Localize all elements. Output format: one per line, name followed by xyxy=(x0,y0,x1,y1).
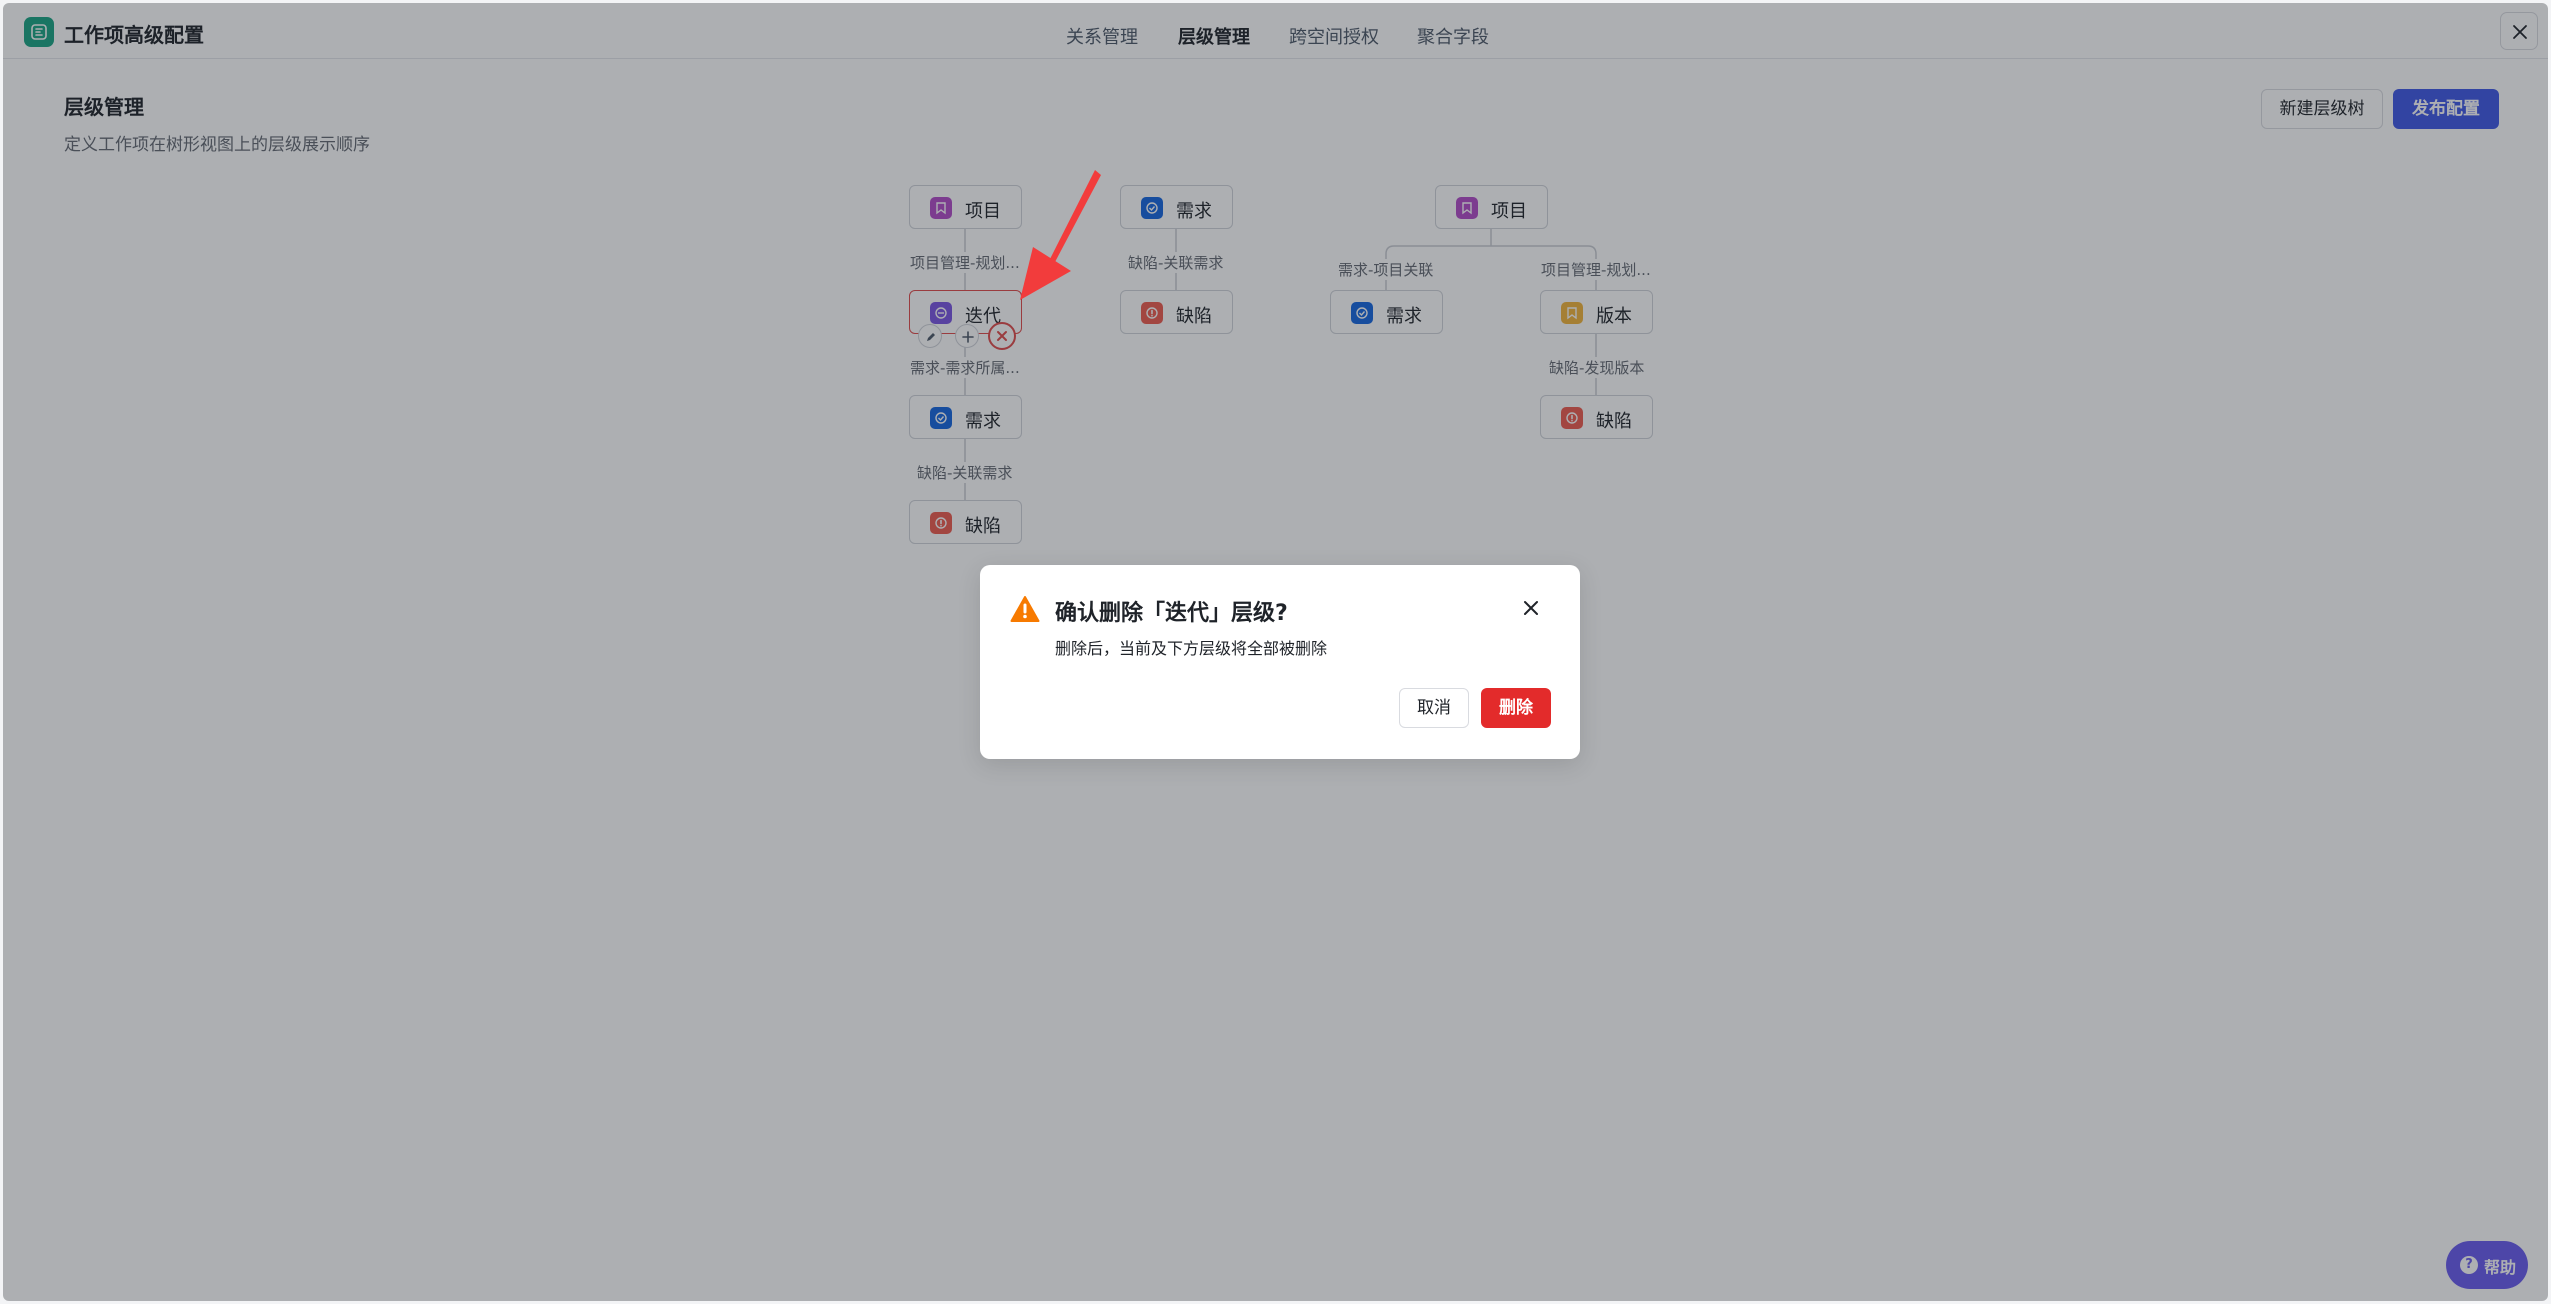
dialog-close-button[interactable] xyxy=(1520,597,1542,619)
dialog-title: 确认删除「迭代」层级? xyxy=(1055,601,1288,626)
warning-icon xyxy=(1010,596,1040,622)
delete-button[interactable]: 删除 xyxy=(1481,688,1551,728)
cancel-button[interactable]: 取消 xyxy=(1399,688,1469,728)
close-icon xyxy=(1524,601,1538,615)
confirm-delete-dialog: 确认删除「迭代」层级? 删除后，当前及下方层级将全部被删除 取消 删除 xyxy=(980,565,1580,759)
dialog-description: 删除后，当前及下方层级将全部被删除 xyxy=(1055,639,1328,658)
